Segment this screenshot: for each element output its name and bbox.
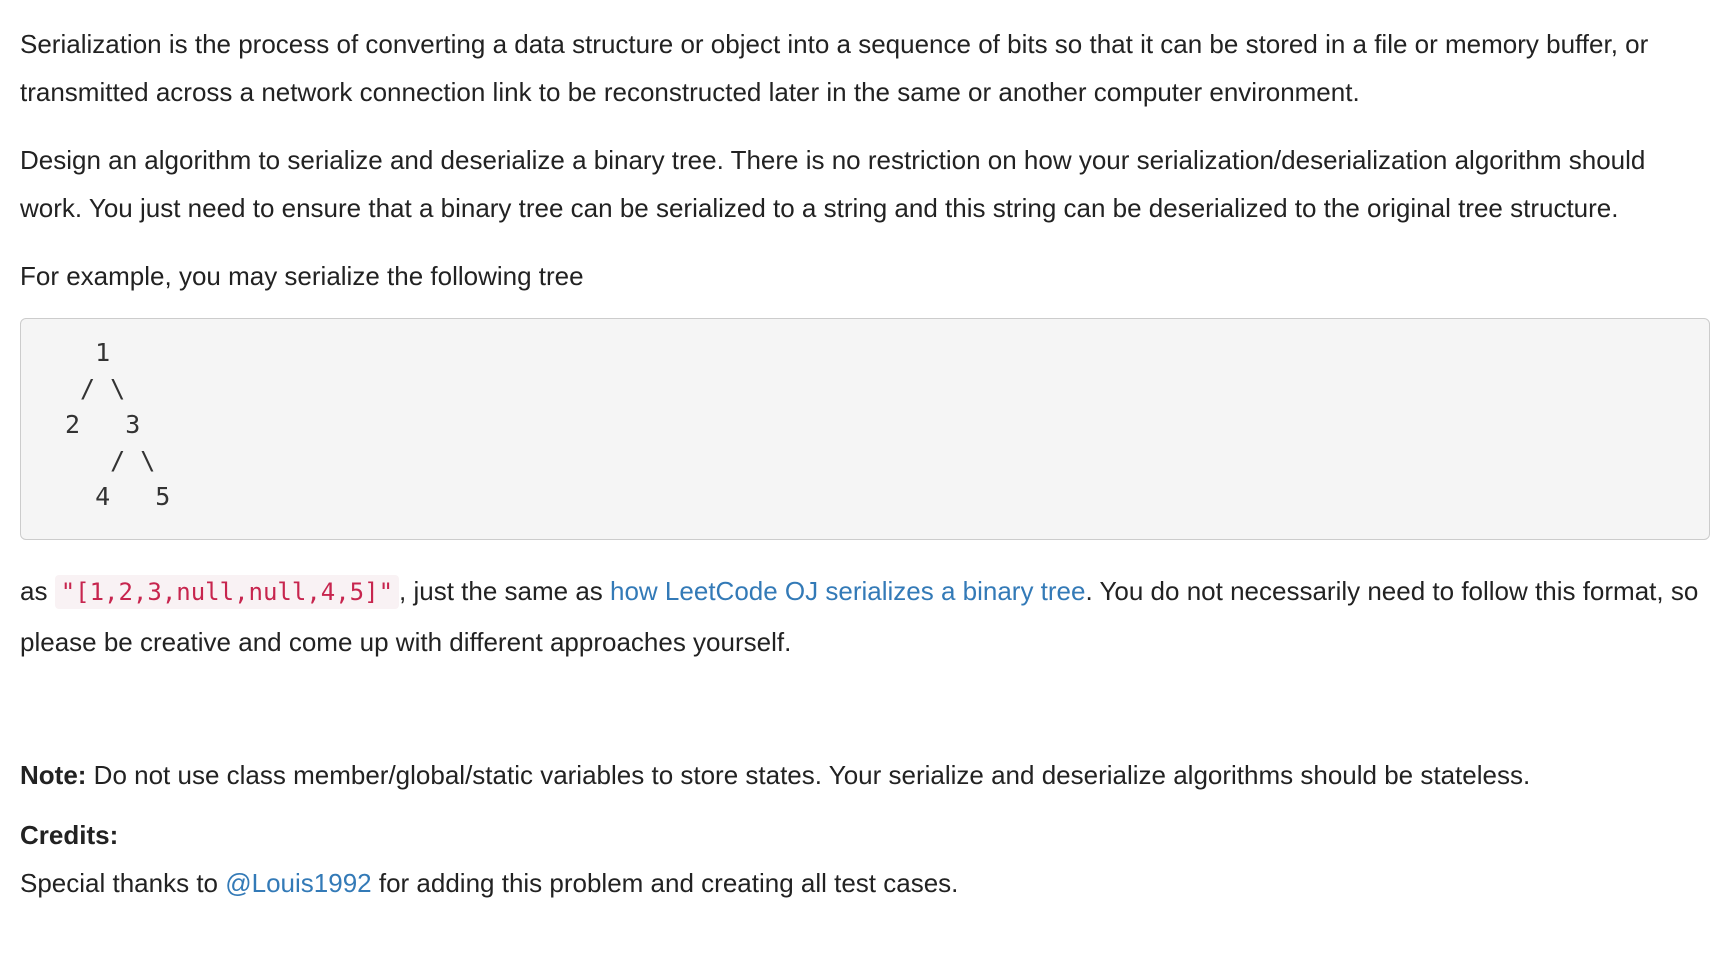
credits-label: Credits: <box>20 820 119 850</box>
example-lead-paragraph: For example, you may serialize the follo… <box>20 261 584 291</box>
note-paragraph: Note: Do not use class member/global/sta… <box>20 751 1708 799</box>
serialization-format-paragraph: as "[1,2,3,null,null,4,5]", just the sam… <box>20 566 1708 667</box>
intro-paragraph: Serialization is the process of converti… <box>20 29 1649 107</box>
problem-description: Serialization is the process of converti… <box>0 0 1728 907</box>
as-middle: , just the same as <box>399 576 611 606</box>
as-prefix: as <box>20 576 55 606</box>
tree-example-block: 1 / \ 2 3 / \ 4 5 <box>20 318 1710 540</box>
credits-prefix: Special thanks to <box>20 868 226 898</box>
note-label: Note: <box>20 760 87 790</box>
leetcode-serialization-link[interactable]: how LeetCode OJ serializes a binary tree <box>610 576 1085 606</box>
serialized-example-code: "[1,2,3,null,null,4,5]" <box>54 575 400 609</box>
note-text: Do not use class member/global/static va… <box>86 760 1531 790</box>
user-profile-link[interactable]: @Louis1992 <box>225 868 371 898</box>
design-paragraph: Design an algorithm to serialize and des… <box>20 145 1646 223</box>
credits-heading: Credits: <box>20 811 1708 859</box>
credits-paragraph: Special thanks to @Louis1992 for adding … <box>20 859 1708 907</box>
tree-ascii: 1 / \ 2 3 / \ 4 5 <box>65 338 171 511</box>
credits-suffix: for adding this problem and creating all… <box>371 868 959 898</box>
